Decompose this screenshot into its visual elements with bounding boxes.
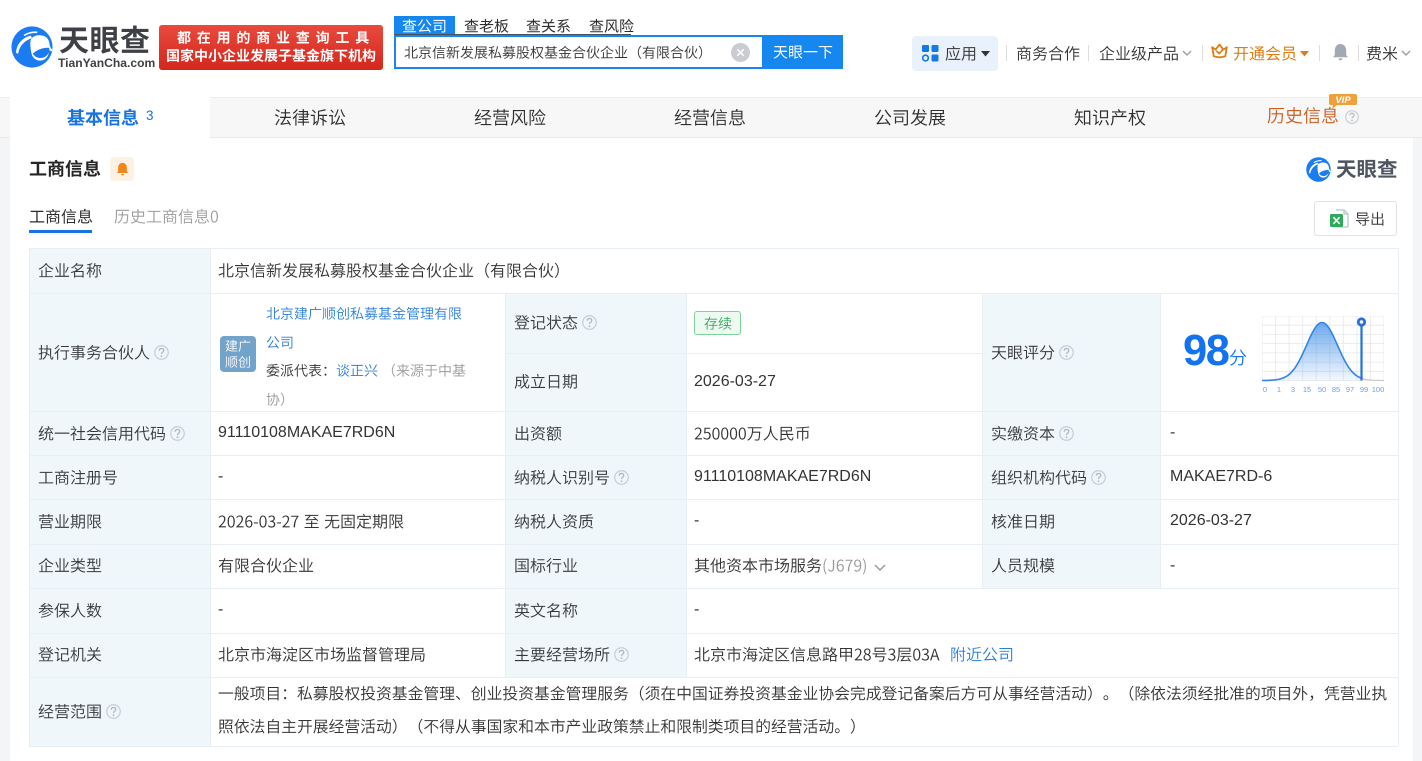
svg-text:85: 85 (1332, 385, 1340, 394)
svg-text:3: 3 (1291, 385, 1295, 394)
svg-text:15: 15 (1303, 385, 1311, 394)
svg-text:0: 0 (1263, 385, 1267, 394)
svg-text:1: 1 (1277, 385, 1281, 394)
svg-text:99: 99 (1360, 385, 1368, 394)
svg-text:97: 97 (1346, 385, 1354, 394)
svg-text:100: 100 (1372, 385, 1384, 394)
svg-text:VIP: VIP (1335, 95, 1351, 106)
svg-text:50: 50 (1318, 385, 1326, 394)
